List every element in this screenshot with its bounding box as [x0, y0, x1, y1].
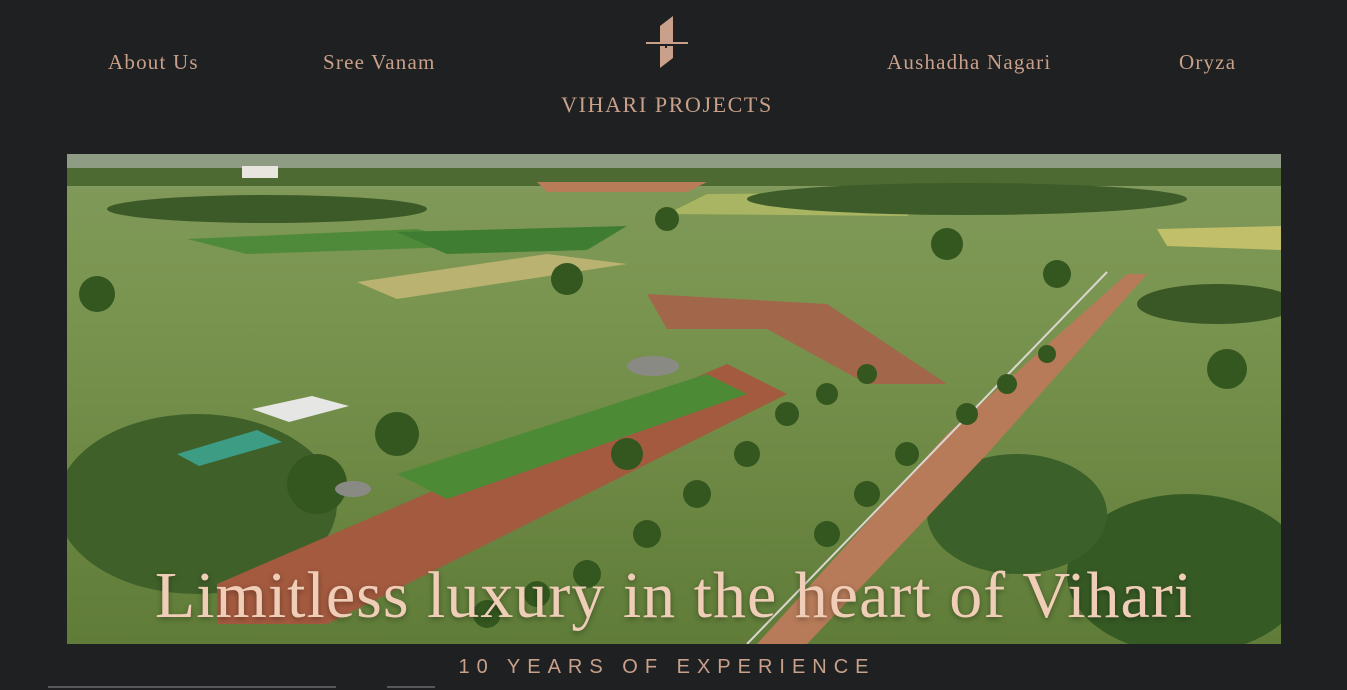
- nav-link-oryza[interactable]: Oryza: [1179, 50, 1236, 75]
- nav-link-aushadha-nagari[interactable]: Aushadha Nagari: [887, 50, 1051, 75]
- divider: [48, 686, 336, 688]
- hero-banner: Limitless luxury in the heart of Vihari: [67, 154, 1281, 644]
- nav-link-about-us[interactable]: About Us: [108, 50, 199, 75]
- brand-name: VIHARI PROJECTS: [561, 92, 773, 117]
- experience-tagline: 10 YEARS OF EXPERIENCE: [458, 656, 876, 678]
- vihari-logo-icon[interactable]: [644, 14, 690, 70]
- divider: [387, 686, 435, 688]
- nav-link-sree-vanam[interactable]: Sree Vanam: [323, 50, 436, 75]
- hero-title: Limitless luxury in the heart of Vihari: [154, 559, 1194, 632]
